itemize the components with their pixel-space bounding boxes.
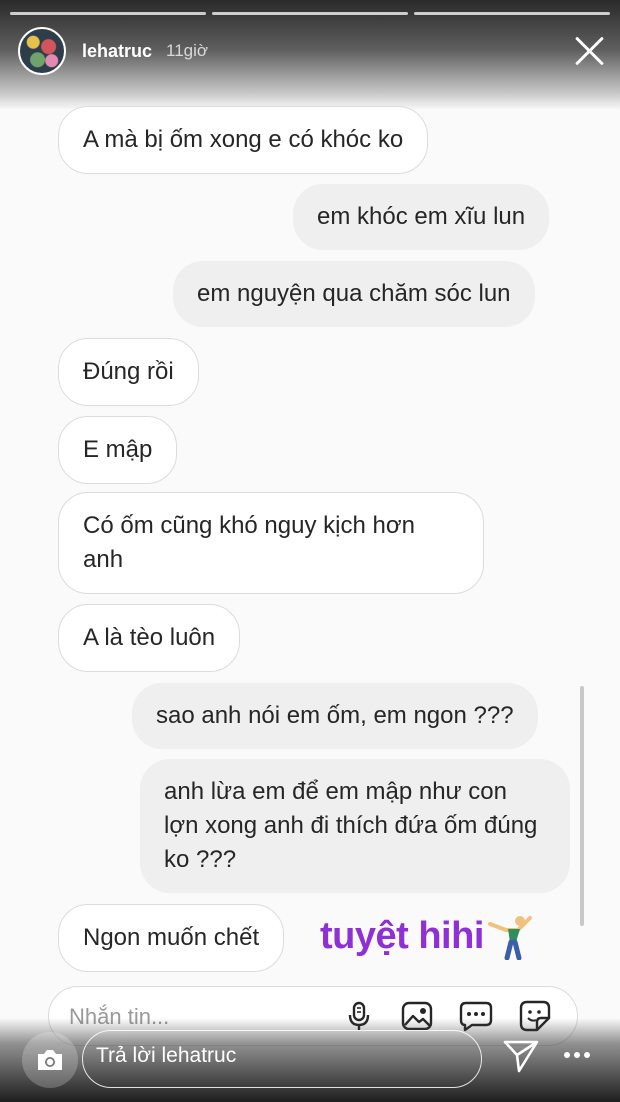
message-incoming: Ngon muốn chết	[58, 904, 285, 972]
username[interactable]: lehatruc	[82, 41, 152, 62]
post-time: 11giờ	[166, 41, 209, 60]
reply-placeholder: Trả lời lehatruc	[96, 1044, 237, 1067]
progress-segment	[10, 12, 206, 15]
text-sticker: tuyệt hihi	[320, 910, 534, 962]
message-outgoing: anh lừa em để em mập như con lợn xong an…	[140, 759, 570, 893]
send-icon[interactable]	[502, 1038, 540, 1074]
message-incoming: A mà bị ốm xong e có khóc ko	[58, 106, 429, 174]
scrollbar[interactable]	[580, 686, 584, 926]
camera-button[interactable]	[22, 1032, 78, 1088]
more-options-icon[interactable]	[562, 1050, 592, 1060]
progress-segment	[212, 12, 408, 15]
stretching-figure-icon	[487, 916, 532, 960]
story-header: lehatruc 11giờ	[18, 26, 606, 76]
story-progress-bar	[10, 12, 610, 15]
message-outgoing: em nguyện qua chăm sóc lun	[173, 261, 535, 327]
message-incoming: Đúng rồi	[58, 338, 199, 406]
message-incoming: Có ốm cũng khó nguy kịch hơn anh	[58, 492, 484, 594]
message-incoming: E mập	[58, 416, 178, 484]
message-incoming: A là tèo luôn	[58, 604, 241, 672]
message-outgoing: sao anh nói em ốm, em ngon ???	[132, 683, 538, 749]
camera-icon	[38, 1050, 62, 1070]
progress-segment	[414, 12, 610, 15]
avatar[interactable]	[18, 27, 66, 75]
sticker-text: tuyệt hihi	[320, 914, 484, 957]
close-icon[interactable]	[572, 34, 606, 68]
message-outgoing: em khóc em xĩu lun	[293, 184, 550, 250]
